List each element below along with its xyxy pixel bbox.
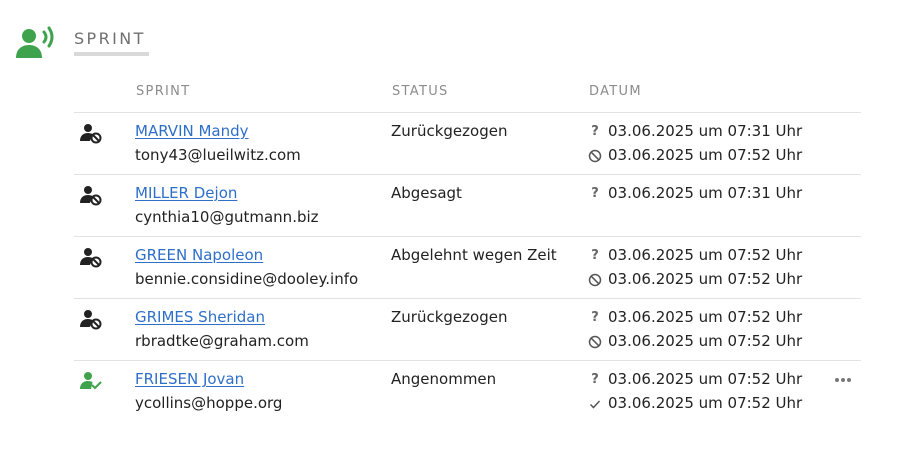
status-text: Abgelehnt wegen Zeit <box>391 246 557 264</box>
more-options-button[interactable] <box>832 369 854 391</box>
question-icon: ? <box>591 124 599 139</box>
table-row: MILLER Dejon cynthia10@gutmann.biz Abgesag… <box>74 175 861 237</box>
participant-name-link[interactable]: MILLER Dejon <box>135 184 237 202</box>
table-row: GRIMES Sheridan rbradtke@graham.com Zurück… <box>74 299 861 361</box>
date-text: 03.06.2025 um 07:52 Uhr <box>608 308 803 326</box>
person-blocked-icon <box>80 247 104 269</box>
table-row: FRIESEN Jovan ycollins@hoppe.org Angenomme… <box>74 361 861 421</box>
person-voice-icon <box>14 24 58 60</box>
question-icon: ? <box>591 186 599 201</box>
date-text: 03.06.2025 um 07:52 Uhr <box>608 370 803 388</box>
section-title-underline <box>74 52 149 56</box>
blocked-circle-icon <box>588 149 602 163</box>
table-row: GREEN Napoleon bennie.considine@dooley.in… <box>74 237 861 299</box>
blocked-circle-icon <box>588 273 602 287</box>
date-text: 03.06.2025 um 07:52 Uhr <box>608 270 803 288</box>
table-body: MARVIN Mandy tony43@lueilwitz.com Zurückge… <box>74 113 861 421</box>
person-blocked-icon <box>80 123 104 145</box>
date-text: 03.06.2025 um 07:52 Uhr <box>608 246 803 264</box>
participant-email: rbradtke@graham.com <box>135 332 309 350</box>
date-text: 03.06.2025 um 07:31 Uhr <box>608 184 803 202</box>
person-check-icon <box>80 371 104 393</box>
date-text: 03.06.2025 um 07:52 Uhr <box>608 146 803 164</box>
participant-name-link[interactable]: GRIMES Sheridan <box>135 308 265 326</box>
participant-email: cynthia10@gutmann.biz <box>135 208 319 226</box>
more-dots-icon <box>835 378 851 382</box>
participant-name-link[interactable]: FRIESEN Jovan <box>135 370 244 388</box>
status-text: Angenommen <box>391 370 497 388</box>
section-header: SPRINT <box>14 24 174 64</box>
date-text: 03.06.2025 um 07:31 Uhr <box>608 122 803 140</box>
column-header-sprint: SPRINT <box>136 84 191 99</box>
date-text: 03.06.2025 um 07:52 Uhr <box>608 394 803 412</box>
question-icon: ? <box>591 248 599 263</box>
question-icon: ? <box>591 372 599 387</box>
section-title: SPRINT <box>74 29 146 48</box>
status-text: Zurückgezogen <box>391 308 508 326</box>
check-icon <box>588 397 602 411</box>
table-row: MARVIN Mandy tony43@lueilwitz.com Zurückge… <box>74 113 861 175</box>
participant-name-link[interactable]: MARVIN Mandy <box>135 122 249 140</box>
person-blocked-icon <box>80 185 104 207</box>
status-text: Zurückgezogen <box>391 122 508 140</box>
table-header: SPRINT STATUS DATUM <box>74 80 861 113</box>
column-header-status: STATUS <box>392 84 449 99</box>
person-blocked-icon <box>80 309 104 331</box>
column-header-datum: DATUM <box>589 84 642 99</box>
participant-email: tony43@lueilwitz.com <box>135 146 301 164</box>
blocked-circle-icon <box>588 335 602 349</box>
date-text: 03.06.2025 um 07:52 Uhr <box>608 332 803 350</box>
status-text: Abgesagt <box>391 184 462 202</box>
participant-email: ycollins@hoppe.org <box>135 394 283 412</box>
participant-email: bennie.considine@dooley.info <box>135 270 359 288</box>
sprint-table: SPRINT STATUS DATUM MARVIN Mandy tony43@l… <box>74 80 861 421</box>
question-icon: ? <box>591 310 599 325</box>
participant-name-link[interactable]: GREEN Napoleon <box>135 246 263 264</box>
